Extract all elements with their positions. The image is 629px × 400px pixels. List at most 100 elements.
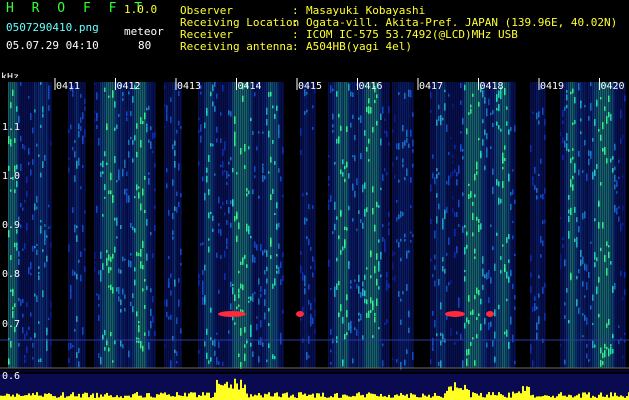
noise-speck <box>46 255 48 262</box>
noise-speck <box>568 194 570 200</box>
noise-speck <box>452 161 454 164</box>
noise-speck <box>276 270 278 274</box>
noise-speck <box>108 190 110 194</box>
noise-speck <box>282 309 284 314</box>
noise-speck <box>400 298 402 302</box>
noise-speck <box>610 261 612 265</box>
noise-speck <box>132 293 134 299</box>
noise-speck <box>42 249 44 253</box>
noise-speck <box>102 263 104 270</box>
noise-speck <box>360 115 362 124</box>
noise-speck <box>344 226 346 231</box>
noise-speck <box>586 317 588 325</box>
noise-speck <box>130 301 132 307</box>
noise-speck <box>356 329 358 336</box>
noise-speck <box>142 345 144 352</box>
noise-column <box>450 82 452 368</box>
noise-speck <box>112 287 114 294</box>
noise-speck <box>300 265 302 274</box>
noise-speck <box>116 124 118 129</box>
noise-speck <box>600 97 602 100</box>
histogram-bar <box>502 395 504 400</box>
noise-speck <box>442 257 444 262</box>
noise-speck <box>260 286 262 292</box>
noise-speck <box>584 140 586 146</box>
noise-speck <box>616 180 618 188</box>
histogram-bar <box>584 392 586 400</box>
histogram-bar <box>582 392 584 400</box>
noise-speck <box>302 338 304 343</box>
noise-speck <box>214 173 216 176</box>
histogram-bar <box>356 393 358 400</box>
noise-speck <box>608 318 610 325</box>
noise-column <box>564 82 566 368</box>
histogram-bar <box>626 396 628 400</box>
noise-speck <box>358 274 360 282</box>
noise-speck <box>136 251 138 257</box>
noise-speck <box>360 313 362 321</box>
histogram-bar <box>68 396 70 400</box>
noise-speck <box>200 124 202 132</box>
noise-speck <box>260 243 262 251</box>
noise-speck <box>396 239 398 243</box>
histogram-bar <box>62 392 64 400</box>
noise-column <box>132 82 134 368</box>
noise-speck <box>374 265 376 274</box>
noise-speck <box>20 135 22 142</box>
noise-speck <box>334 201 336 206</box>
noise-speck <box>580 259 582 266</box>
frequency-tick-label: 1.1 <box>2 122 20 133</box>
noise-speck <box>22 313 24 318</box>
histogram-bar <box>66 396 68 400</box>
noise-speck <box>230 222 232 228</box>
histogram-bar <box>334 393 336 400</box>
noise-speck <box>360 219 362 223</box>
noise-speck <box>126 188 128 192</box>
noise-speck <box>258 298 260 305</box>
noise-speck <box>20 163 22 171</box>
histogram-bar <box>22 395 24 400</box>
antenna-value: A504HB(yagi 4el) <box>306 40 412 53</box>
noise-speck <box>514 253 516 257</box>
noise-speck <box>220 138 222 144</box>
noise-speck <box>536 306 538 310</box>
noise-speck <box>232 283 234 286</box>
noise-column <box>372 82 374 368</box>
noise-speck <box>442 265 444 272</box>
noise-speck <box>584 263 586 271</box>
noise-speck <box>276 253 278 257</box>
noise-speck <box>498 304 500 310</box>
noise-speck <box>94 251 96 259</box>
noise-speck <box>514 199 516 205</box>
noise-speck <box>312 272 314 278</box>
histogram-bar <box>354 396 356 400</box>
noise-speck <box>410 240 412 243</box>
noise-speck <box>386 130 388 137</box>
noise-speck <box>46 343 48 351</box>
noise-speck <box>386 271 388 278</box>
noise-speck <box>340 304 342 312</box>
meteor-echo <box>445 311 465 317</box>
noise-speck <box>168 316 170 320</box>
noise-speck <box>98 314 100 321</box>
noise-speck <box>82 165 84 168</box>
noise-speck <box>472 212 474 221</box>
noise-speck <box>572 122 574 125</box>
noise-speck <box>378 327 380 330</box>
histogram-bar <box>236 383 238 400</box>
noise-column <box>118 82 120 368</box>
histogram-bar <box>358 392 360 400</box>
noise-speck <box>538 111 540 118</box>
histogram-bar <box>34 394 36 400</box>
histogram-bar <box>464 384 466 400</box>
noise-speck <box>446 181 448 185</box>
noise-speck <box>140 203 142 211</box>
noise-speck <box>98 353 100 359</box>
noise-speck <box>16 164 18 170</box>
noise-speck <box>250 324 252 332</box>
noise-speck <box>150 288 152 293</box>
noise-speck <box>468 183 470 187</box>
noise-speck <box>148 139 150 143</box>
noise-column <box>42 82 44 368</box>
noise-column <box>330 82 332 368</box>
